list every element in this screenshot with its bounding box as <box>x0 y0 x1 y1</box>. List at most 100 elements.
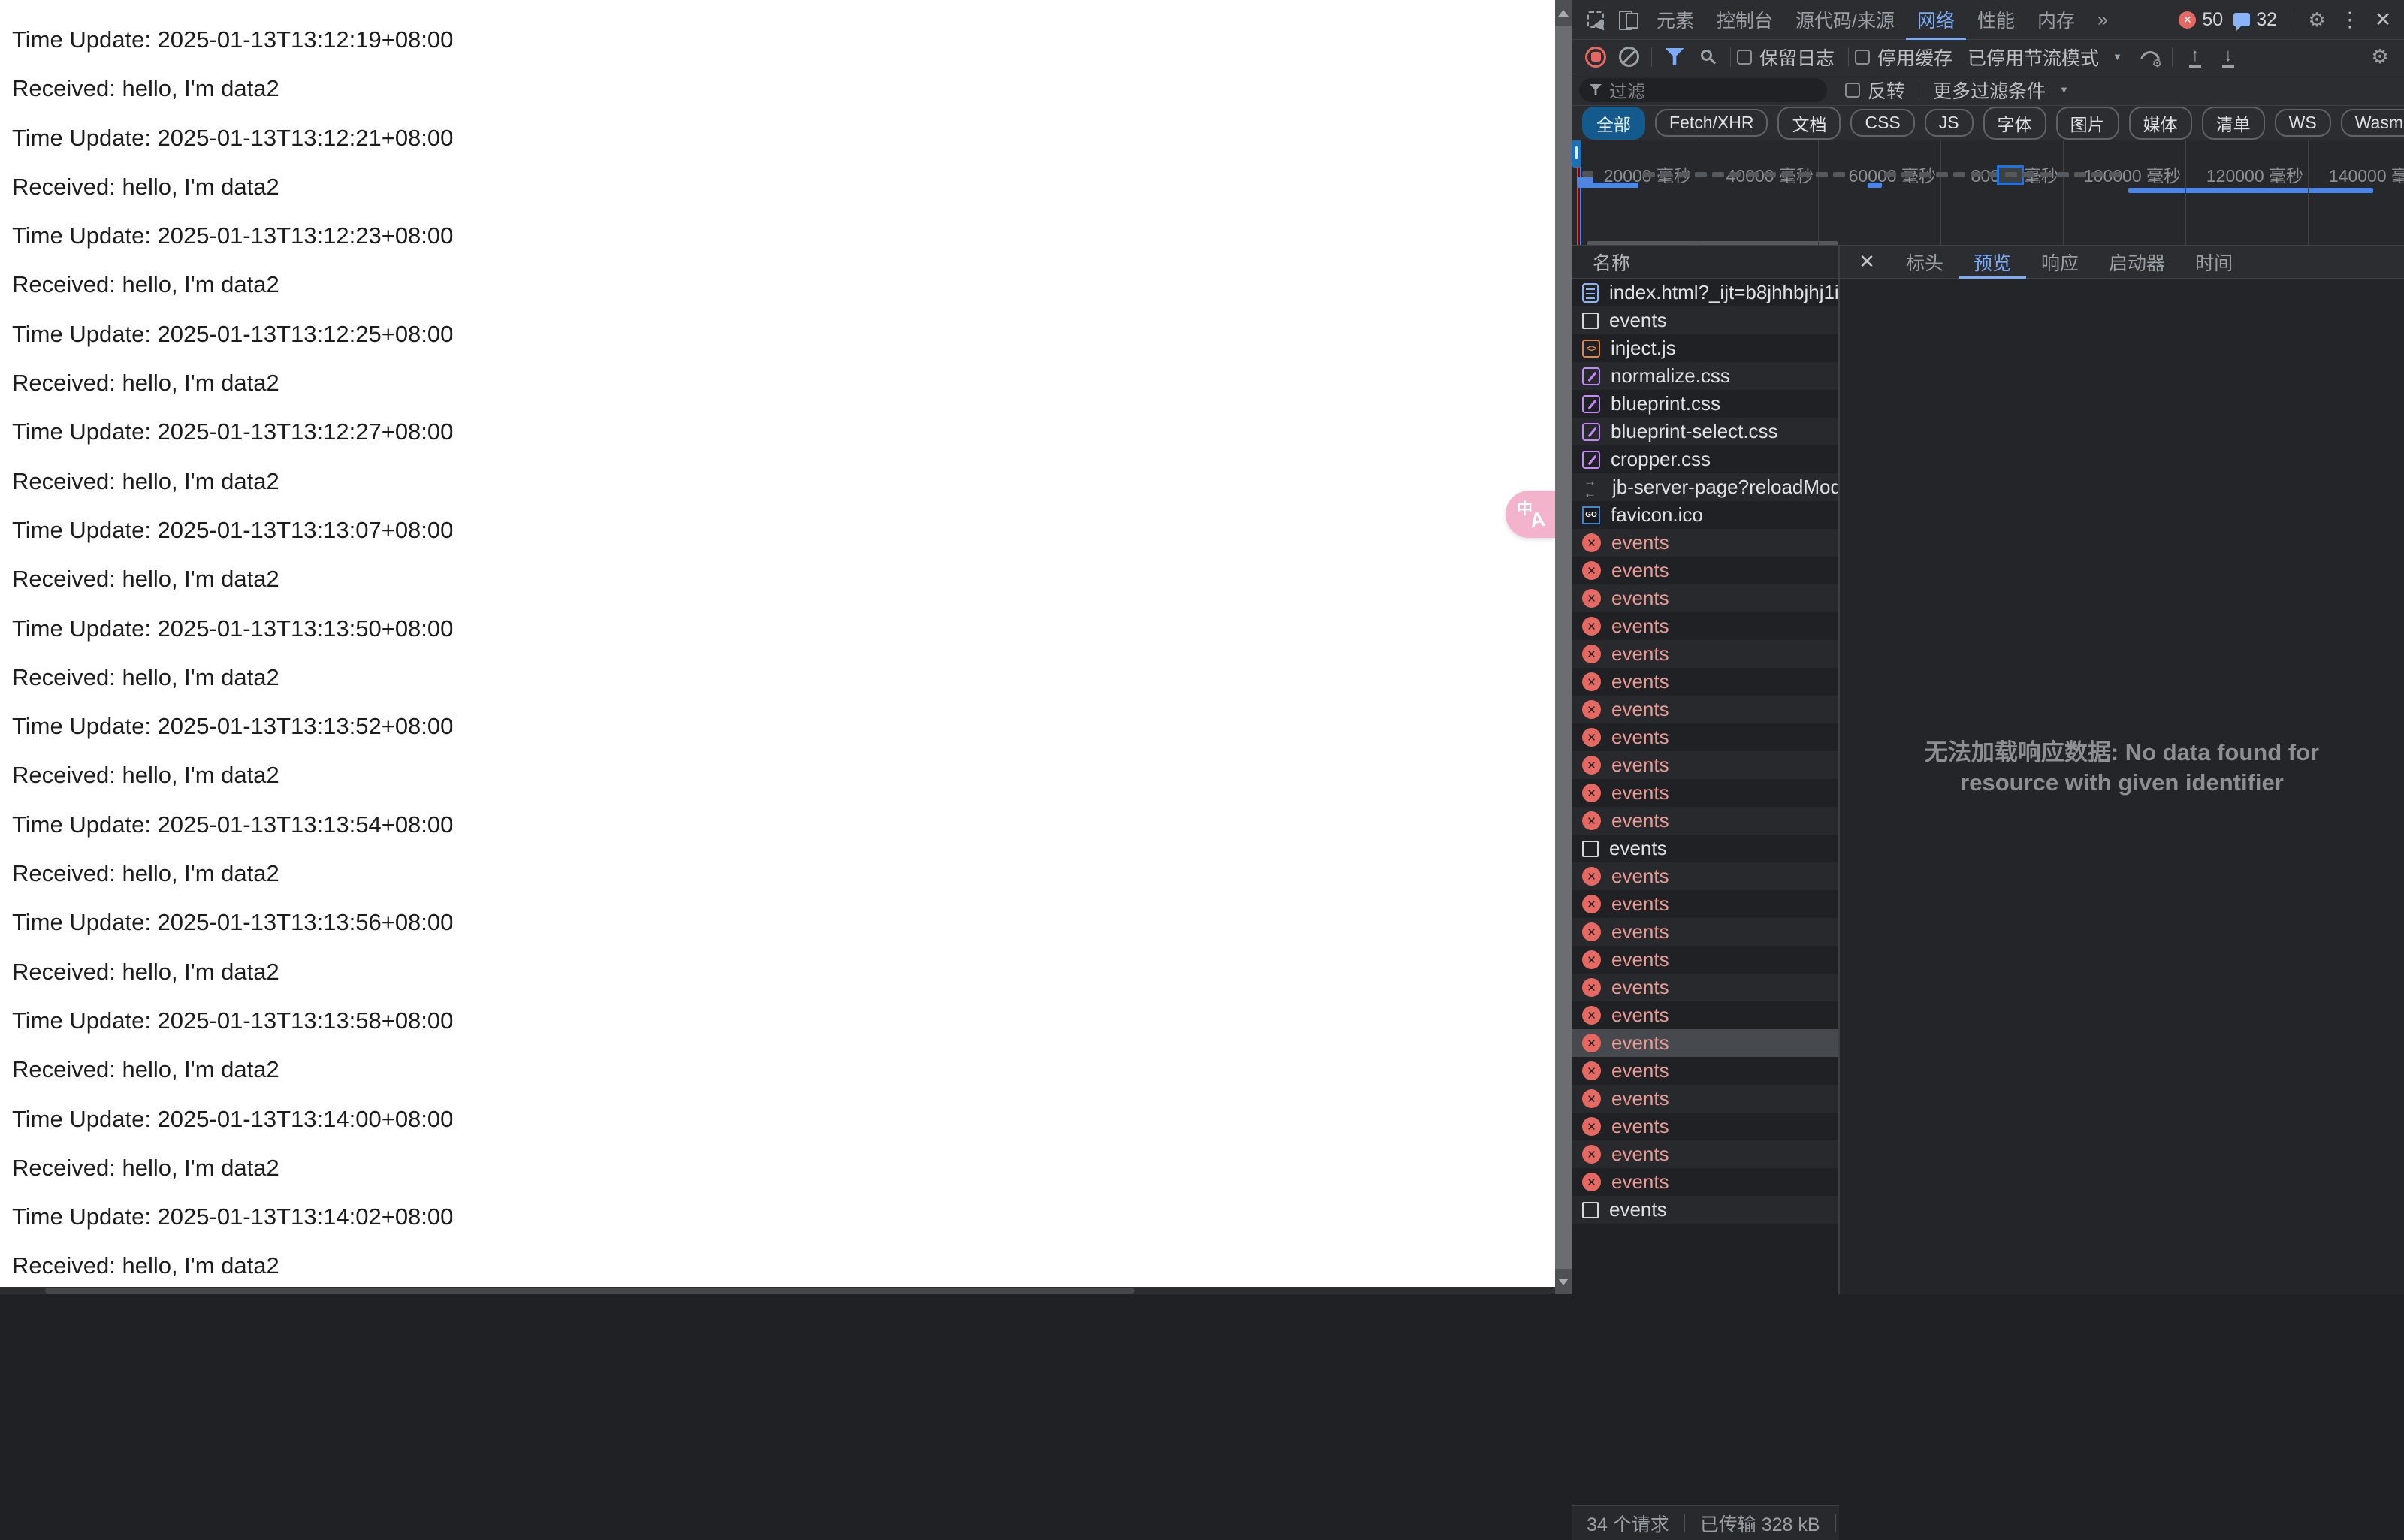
filter-input[interactable]: 过滤 <box>1579 78 1827 102</box>
clear-network-log-button[interactable] <box>1612 41 1645 74</box>
type-chip-CSS[interactable]: CSS <box>1850 109 1914 137</box>
request-row[interactable]: events <box>1572 918 1838 946</box>
detail-tab-启动器[interactable]: 启动器 <box>2094 246 2180 279</box>
type-chip-Fetch/XHR[interactable]: Fetch/XHR <box>1655 109 1768 137</box>
request-row[interactable]: blueprint-select.css <box>1572 418 1838 445</box>
devtools-tab-元素[interactable]: 元素 <box>1645 0 1705 40</box>
request-row[interactable]: events <box>1572 696 1838 723</box>
preserve-log-checkbox[interactable] <box>1737 50 1752 65</box>
throttling-select[interactable]: 已停用节流模式 <box>1968 44 2099 71</box>
vertical-scrollbar-thumb[interactable] <box>1555 26 1572 1269</box>
request-row[interactable]: events <box>1572 890 1838 918</box>
kebab-menu-icon[interactable]: ⋮ <box>2333 3 2366 36</box>
request-row[interactable]: events <box>1572 862 1838 890</box>
close-detail-icon[interactable]: ✕ <box>1850 246 1883 279</box>
error-request-icon <box>1582 1145 1601 1164</box>
request-row[interactable]: events <box>1572 529 1838 557</box>
request-row[interactable]: events <box>1572 835 1838 862</box>
request-row[interactable]: events <box>1572 946 1838 974</box>
request-row[interactable]: events <box>1572 584 1838 612</box>
overview-left-handle[interactable] <box>1572 140 1581 168</box>
type-chip-字体[interactable]: 字体 <box>1983 107 2046 140</box>
chevron-down-icon[interactable]: ▼ <box>2113 51 2122 62</box>
error-count[interactable]: 50 <box>2202 9 2223 31</box>
type-chip-WS[interactable]: WS <box>2275 109 2331 137</box>
network-overview-timeline[interactable]: 20000 毫秒40000 毫秒60000 毫秒80000 毫秒100000 毫… <box>1572 140 2404 246</box>
devtools-tab-内存[interactable]: 内存 <box>2026 0 2086 40</box>
request-row[interactable]: events <box>1572 306 1838 334</box>
request-row[interactable]: index.html?_ijt=b8jhhbjhj1i... <box>1572 279 1838 306</box>
type-chip-清单[interactable]: 清单 <box>2202 107 2265 140</box>
request-row[interactable]: events <box>1572 1140 1838 1168</box>
page-text-line: Time Update: 2025-01-13T13:13:56+08:00 <box>12 898 1555 947</box>
detail-tab-时间[interactable]: 时间 <box>2180 246 2248 279</box>
request-row[interactable]: events <box>1572 974 1838 1001</box>
detail-tab-预览[interactable]: 预览 <box>1959 246 2026 279</box>
request-row[interactable]: events <box>1572 751 1838 779</box>
network-settings-gear-icon[interactable]: ⚙ <box>2363 41 2396 74</box>
request-row[interactable]: blueprint.css <box>1572 390 1838 418</box>
request-row[interactable]: events <box>1572 668 1838 696</box>
devtools-tab-源代码/来源[interactable]: 源代码/来源 <box>1784 0 1906 40</box>
timeline-event-dash <box>1695 172 1707 177</box>
request-row[interactable]: events <box>1572 640 1838 668</box>
type-chip-全部[interactable]: 全部 <box>1582 107 1645 140</box>
detail-tab-标头[interactable]: 标头 <box>1891 246 1959 279</box>
filter-toggle-button[interactable] <box>1658 41 1691 74</box>
request-row[interactable]: events <box>1572 612 1838 640</box>
issues-bubble-icon[interactable] <box>2233 13 2250 26</box>
request-row[interactable]: events <box>1572 1057 1838 1085</box>
inspect-element-button[interactable] <box>1579 3 1612 36</box>
request-row[interactable]: events <box>1572 1113 1838 1140</box>
search-button[interactable] <box>1691 41 1724 74</box>
type-chip-文档[interactable]: 文档 <box>1777 107 1841 140</box>
request-row[interactable]: events <box>1572 1168 1838 1196</box>
timeline-event-dash <box>1936 172 1948 177</box>
request-row[interactable]: events <box>1572 1085 1838 1113</box>
type-chip-媒体[interactable]: 媒体 <box>2129 107 2192 140</box>
scroll-down-button[interactable] <box>1555 1269 1572 1294</box>
request-row[interactable]: events <box>1572 807 1838 835</box>
devtools-tab-性能[interactable]: 性能 <box>1966 0 2026 40</box>
issue-count[interactable]: 32 <box>2256 9 2277 31</box>
request-row[interactable]: normalize.css <box>1572 362 1838 390</box>
chevron-down-icon[interactable]: ▼ <box>2059 84 2069 95</box>
type-chip-JS[interactable]: JS <box>1925 109 1974 137</box>
request-row[interactable]: jb-server-page?reloadMode... <box>1572 473 1838 501</box>
translate-floating-button[interactable]: 中 A <box>1506 491 1555 538</box>
request-row[interactable]: events <box>1572 557 1838 584</box>
request-row[interactable]: inject.js <box>1572 334 1838 362</box>
request-row[interactable]: events <box>1572 1029 1838 1057</box>
detail-tab-响应[interactable]: 响应 <box>2026 246 2094 279</box>
type-chip-图片[interactable]: 图片 <box>2056 107 2119 140</box>
record-network-log-button[interactable] <box>1579 41 1612 74</box>
scroll-up-button[interactable] <box>1555 0 1572 26</box>
request-row[interactable]: events <box>1572 723 1838 751</box>
record-icon <box>1585 47 1606 68</box>
error-count-icon[interactable]: ✕ <box>2179 11 2196 29</box>
page-vertical-scrollbar[interactable] <box>1555 0 1572 1294</box>
devtools-tab-网络[interactable]: 网络 <box>1906 0 1966 40</box>
page-horizontal-scrollbar[interactable] <box>0 1287 1555 1294</box>
invert-filter-checkbox[interactable] <box>1845 83 1860 98</box>
request-row[interactable]: cropper.css <box>1572 445 1838 473</box>
request-row[interactable]: events <box>1572 1196 1838 1224</box>
network-status-bar: 34 个请求 已传输 328 kB 327 <box>1572 1505 1839 1540</box>
request-row[interactable]: events <box>1572 779 1838 807</box>
type-chip-Wasm[interactable]: Wasm <box>2341 109 2404 137</box>
horizontal-scrollbar-thumb[interactable] <box>45 1288 1134 1294</box>
more-filters-button[interactable]: 更多过滤条件 <box>1933 77 2046 104</box>
devtools-tab-控制台[interactable]: 控制台 <box>1705 0 1784 40</box>
request-row[interactable]: favicon.ico <box>1572 501 1838 529</box>
settings-gear-icon[interactable]: ⚙ <box>2300 3 2333 36</box>
close-devtools-icon[interactable]: ✕ <box>2366 3 2399 36</box>
import-har-button[interactable]: ↑ <box>2179 41 2212 74</box>
request-row[interactable]: events <box>1572 1001 1838 1029</box>
more-tabs-button[interactable]: » <box>2086 0 2119 40</box>
requests-name-header[interactable]: 名称 <box>1572 246 1838 279</box>
network-conditions-button[interactable] <box>2133 41 2166 74</box>
disable-cache-checkbox[interactable] <box>1855 50 1870 65</box>
request-name: events <box>1611 865 1669 888</box>
export-har-button[interactable]: ↓ <box>2212 41 2245 74</box>
device-toolbar-button[interactable] <box>1612 3 1645 36</box>
